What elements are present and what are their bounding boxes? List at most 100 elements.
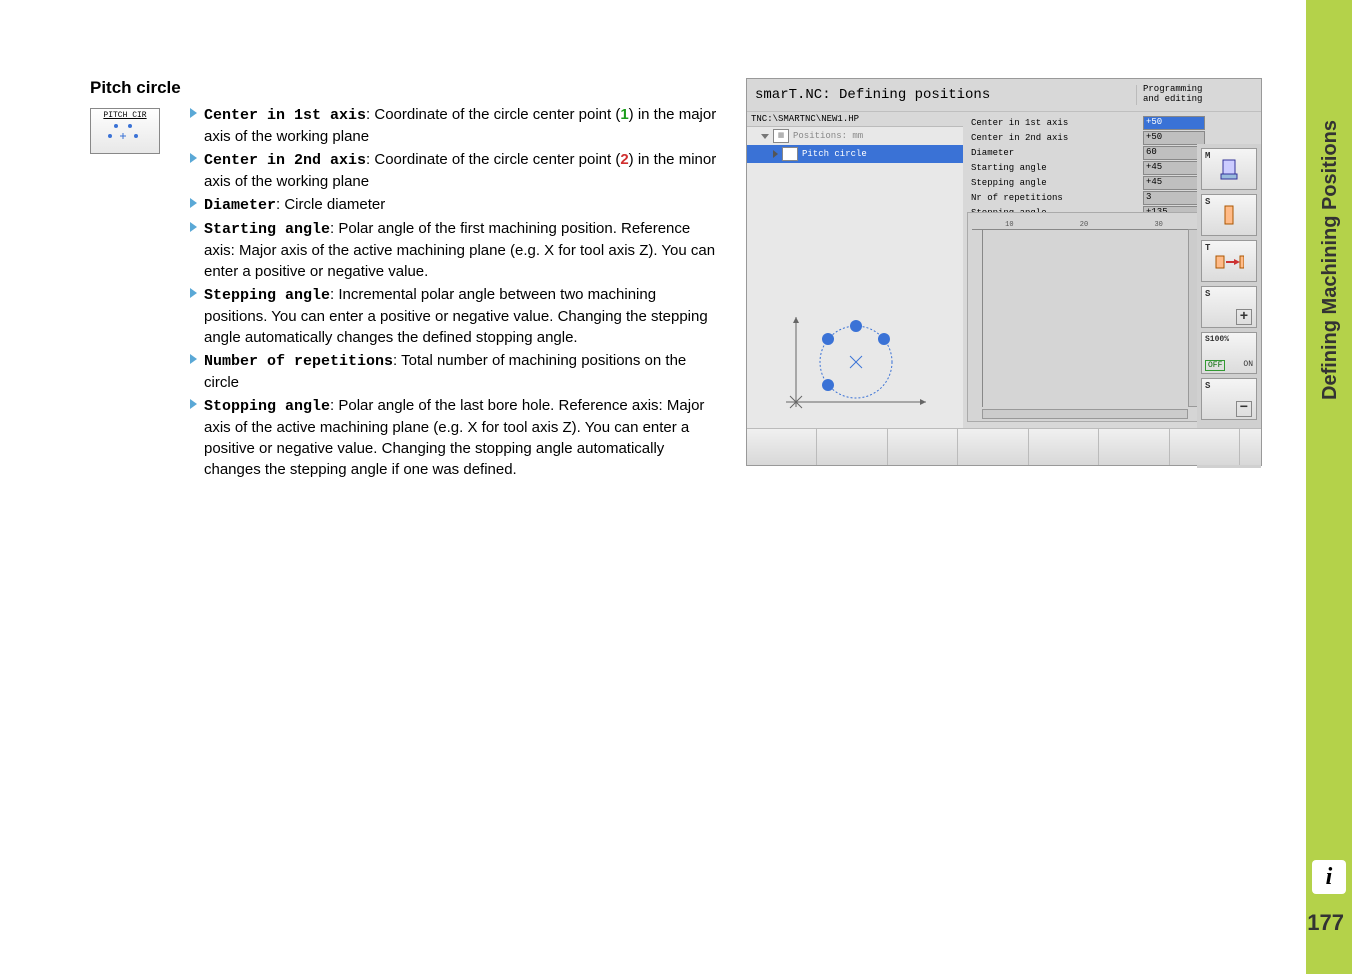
- tree-item-pitch-circle[interactable]: ∷ Pitch circle: [747, 145, 963, 163]
- tool-s-icon: [1220, 204, 1238, 226]
- bullet-arrow-icon: [190, 399, 197, 409]
- pitch-circle-icon: ∷: [782, 147, 798, 161]
- param-center-1st-axis: Center in 1st axis: Coordinate of the ci…: [190, 104, 720, 147]
- field-value[interactable]: +50: [1143, 131, 1205, 145]
- param-term: Center in 1st axis: [204, 107, 366, 124]
- param-text: : Coordinate of the circle center point …: [366, 106, 620, 123]
- tree-path: TNC:\SMARTNC\NEW1.HP: [747, 112, 963, 127]
- on-label: ON: [1243, 360, 1253, 371]
- param-term: Number of repetitions: [204, 353, 393, 370]
- param-starting-angle: Starting angle: Polar angle of the first…: [190, 218, 720, 282]
- field-value[interactable]: +45: [1143, 161, 1205, 175]
- param-text: : Circle diameter: [276, 196, 385, 213]
- tool-button-s100[interactable]: S100% OFF ON: [1201, 332, 1257, 374]
- ref-number: 2: [620, 151, 628, 168]
- button-label: M: [1205, 151, 1210, 161]
- param-row: Center in 2nd axis +50: [971, 131, 1205, 145]
- softkey-slot[interactable]: [958, 429, 1028, 465]
- tool-m-icon: [1220, 158, 1238, 180]
- param-number-of-repetitions: Number of repetitions: Total number of m…: [190, 350, 720, 393]
- bullet-arrow-icon: [190, 288, 197, 298]
- tree-item-parent[interactable]: ▦ Positions: mm: [747, 127, 963, 145]
- bullet-arrow-icon: [190, 222, 197, 232]
- button-label: S: [1205, 381, 1210, 391]
- bullet-arrow-icon: [190, 108, 197, 118]
- field-label: Center in 2nd axis: [971, 133, 1099, 143]
- button-label: S100%: [1205, 335, 1229, 344]
- tree-label: Positions: mm: [793, 131, 863, 141]
- param-row: Center in 1st axis +50: [971, 116, 1205, 130]
- param-center-2nd-axis: Center in 2nd axis: Coordinate of the ci…: [190, 149, 720, 192]
- ruler-horizontal: 10 20 30: [972, 217, 1196, 230]
- softkey-slot[interactable]: [1240, 429, 1261, 465]
- cnc-title: smarT.NC: Defining positions: [755, 87, 1136, 103]
- info-icon: i: [1312, 860, 1346, 894]
- field-value[interactable]: 3: [1143, 191, 1205, 205]
- ref-number: 1: [620, 106, 628, 123]
- field-label: Center in 1st axis: [971, 118, 1099, 128]
- param-text: : Coordinate of the circle center point …: [366, 151, 620, 168]
- param-row: Nr of repetitions 3: [971, 191, 1205, 205]
- param-term: Stopping angle: [204, 398, 330, 415]
- minus-icon: −: [1236, 401, 1252, 417]
- button-label: S: [1205, 197, 1210, 207]
- disclosure-down-icon: [761, 134, 769, 139]
- tool-button-m[interactable]: M: [1201, 148, 1257, 190]
- param-diameter: Diameter: Circle diameter: [190, 194, 720, 216]
- param-term: Diameter: [204, 197, 276, 214]
- param-term: Stepping angle: [204, 287, 330, 304]
- ruler-tick: 30: [1154, 221, 1162, 229]
- cnc-preview-graphic: [751, 302, 961, 422]
- section-title: Defining Machining Positions: [1319, 120, 1342, 400]
- cnc-right-toolbar: M S T S + S100% OFF ON: [1197, 144, 1261, 468]
- cnc-screenshot: smarT.NC: Defining positions Programming…: [746, 78, 1262, 466]
- off-label: OFF: [1205, 360, 1225, 371]
- softkey-slot[interactable]: [747, 429, 817, 465]
- bullet-arrow-icon: [190, 354, 197, 364]
- cnc-tree-panel: TNC:\SMARTNC\NEW1.HP ▦ Positions: mm ∷ P…: [747, 112, 963, 428]
- softkey-slot[interactable]: [888, 429, 958, 465]
- param-row: Diameter 60: [971, 146, 1205, 160]
- tool-button-s-plus[interactable]: S +: [1201, 286, 1257, 328]
- bullet-arrow-icon: [190, 153, 197, 163]
- button-label: S: [1205, 289, 1210, 299]
- field-label: Starting angle: [971, 163, 1099, 173]
- pitch-circle-dots-icon: [91, 122, 159, 147]
- ruler-tick: 20: [1080, 221, 1088, 229]
- ruler-vertical: [972, 229, 983, 407]
- tool-button-s[interactable]: S: [1201, 194, 1257, 236]
- field-label: Stepping angle: [971, 178, 1099, 188]
- field-label: Nr of repetitions: [971, 193, 1099, 203]
- page-heading: Pitch circle: [90, 78, 710, 98]
- tool-t-icon: [1214, 252, 1244, 270]
- field-label: Diameter: [971, 148, 1099, 158]
- cnc-mode-label: Programming and editing: [1136, 85, 1253, 105]
- disclosure-right-icon: [773, 150, 778, 158]
- button-label: T: [1205, 243, 1210, 253]
- softkey-slot[interactable]: [1029, 429, 1099, 465]
- page-number: 177: [1307, 910, 1344, 936]
- bullet-arrow-icon: [190, 198, 197, 208]
- cnc-titlebar: smarT.NC: Defining positions Programming…: [747, 79, 1261, 112]
- softkey-slot[interactable]: [1170, 429, 1240, 465]
- plus-icon: +: [1236, 309, 1252, 325]
- parameter-list: Center in 1st axis: Coordinate of the ci…: [190, 104, 720, 480]
- field-value[interactable]: 60: [1143, 146, 1205, 160]
- tool-button-t[interactable]: T: [1201, 240, 1257, 282]
- positions-icon: ▦: [773, 129, 789, 143]
- scrollbar-horizontal[interactable]: [982, 409, 1188, 419]
- softkey-slot[interactable]: [817, 429, 887, 465]
- cnc-param-panel: Center in 1st axis +50 Center in 2nd axi…: [967, 112, 1209, 225]
- pitch-circle-softkey-icon: PITCH CIR: [90, 108, 160, 154]
- cnc-mode-line: and editing: [1143, 95, 1253, 105]
- tool-button-s-minus[interactable]: S −: [1201, 378, 1257, 420]
- field-value[interactable]: +50: [1143, 116, 1205, 130]
- param-term: Starting angle: [204, 221, 330, 238]
- tree-label: Pitch circle: [802, 149, 867, 159]
- param-stepping-angle: Stepping angle: Incremental polar angle …: [190, 284, 720, 348]
- field-value[interactable]: +45: [1143, 176, 1205, 190]
- softkey-label: PITCH CIR: [103, 111, 146, 120]
- cnc-graph-panel: 10 20 30: [967, 212, 1201, 422]
- param-term: Center in 2nd axis: [204, 152, 366, 169]
- softkey-slot[interactable]: [1099, 429, 1169, 465]
